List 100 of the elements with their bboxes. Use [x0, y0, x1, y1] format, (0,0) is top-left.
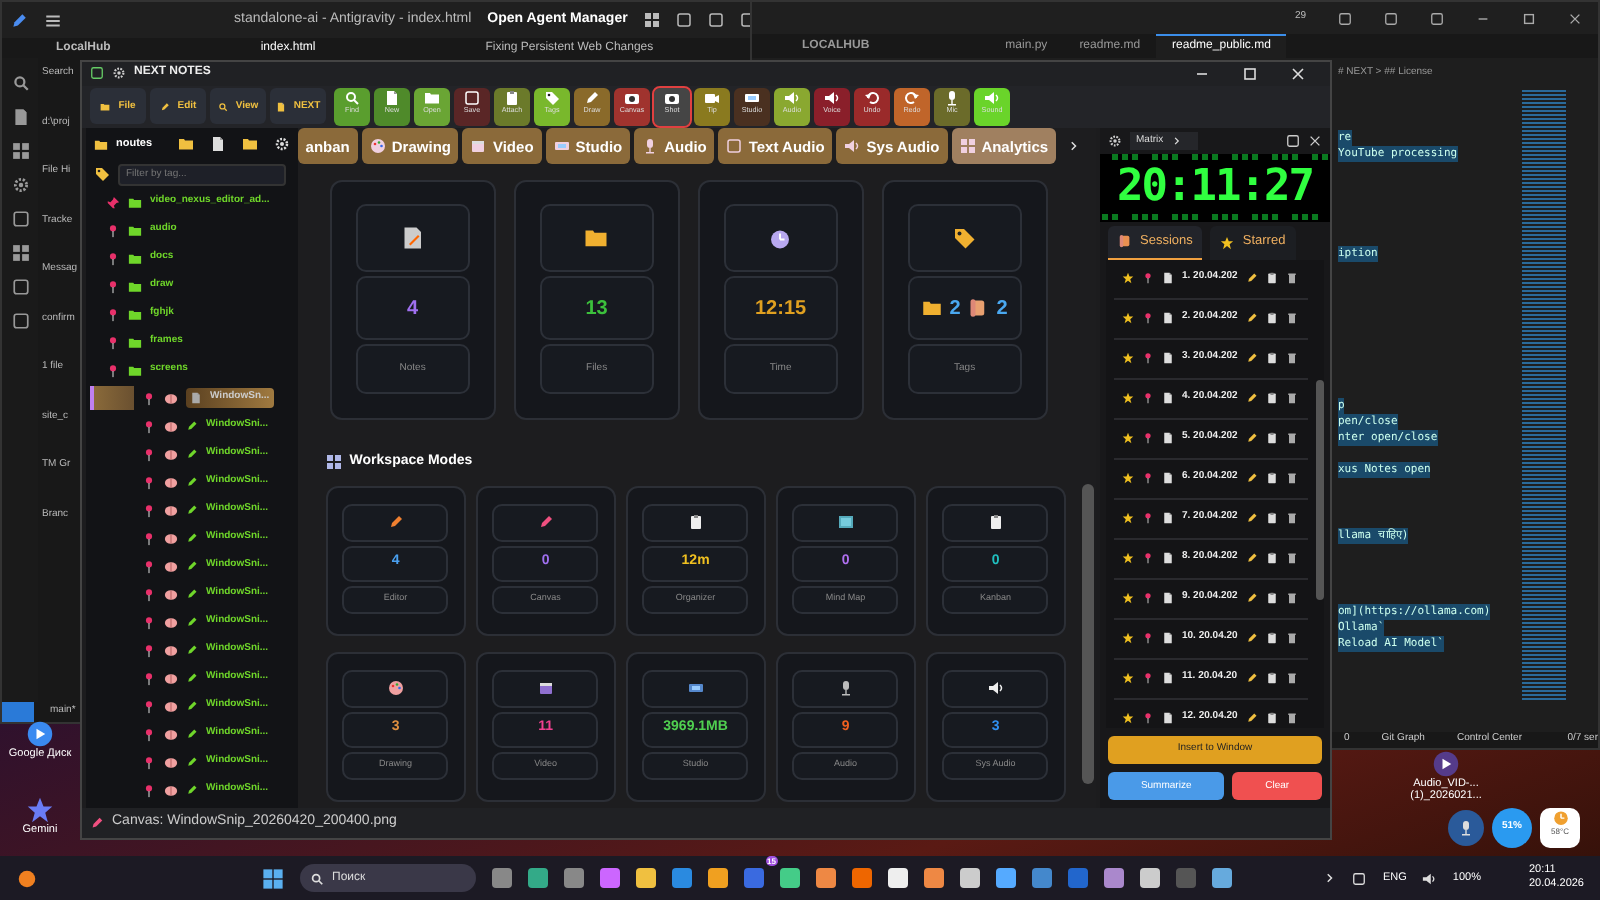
- pin-icon[interactable]: [106, 363, 120, 378]
- trash-icon[interactable]: [1285, 352, 1298, 365]
- pin-icon[interactable]: [1142, 552, 1154, 565]
- trash-icon[interactable]: [1285, 592, 1298, 605]
- pin-icon[interactable]: [142, 503, 156, 518]
- pencil-icon[interactable]: [1245, 552, 1258, 565]
- star-icon[interactable]: [1122, 472, 1134, 485]
- trash-icon[interactable]: [1285, 312, 1298, 325]
- trash-icon[interactable]: [1285, 272, 1298, 285]
- pin-icon[interactable]: [106, 279, 120, 294]
- pencil-icon[interactable]: [1245, 632, 1258, 645]
- star-icon[interactable]: [1122, 592, 1134, 605]
- pin-icon[interactable]: [1142, 712, 1154, 725]
- clipboard-icon[interactable]: [1265, 432, 1278, 445]
- pin-icon[interactable]: [142, 391, 156, 406]
- shortcut-icon[interactable]: [1432, 750, 1460, 778]
- box-icon[interactable]: [11, 278, 29, 296]
- layout-icon[interactable]: [1338, 11, 1352, 25]
- pin-icon[interactable]: [142, 783, 156, 798]
- pin-icon[interactable]: [106, 307, 120, 322]
- clipboard-icon[interactable]: [1265, 552, 1278, 565]
- pin-icon[interactable]: [142, 699, 156, 714]
- scrollbar[interactable]: [1316, 379, 1324, 600]
- layout-icon[interactable]: [643, 12, 660, 28]
- clipboard-icon[interactable]: [1265, 672, 1278, 685]
- star-icon[interactable]: [1122, 352, 1134, 365]
- pencil-icon[interactable]: [1245, 592, 1258, 605]
- pushpin-icon[interactable]: [106, 195, 120, 210]
- pencil-icon[interactable]: [1245, 352, 1258, 365]
- star-icon[interactable]: [1122, 432, 1134, 445]
- open-folder-icon[interactable]: [241, 136, 258, 153]
- trash-icon[interactable]: [1285, 512, 1298, 525]
- pencil-icon[interactable]: [1245, 392, 1258, 405]
- pin-icon[interactable]: [1142, 592, 1154, 605]
- pin-icon[interactable]: [1142, 672, 1154, 685]
- pencil-icon[interactable]: [1245, 672, 1258, 685]
- pencil-icon[interactable]: [1245, 512, 1258, 525]
- minimap[interactable]: [1522, 90, 1566, 700]
- tray-expand-icon[interactable]: [1324, 872, 1337, 884]
- weather-icon[interactable]: [16, 867, 38, 889]
- pin-icon[interactable]: [142, 587, 156, 602]
- pin-icon[interactable]: [142, 419, 156, 434]
- pin-icon[interactable]: [1142, 432, 1154, 445]
- box-icon[interactable]: [11, 312, 29, 330]
- pin-icon[interactable]: [1142, 312, 1154, 325]
- grid-icon[interactable]: [11, 142, 29, 160]
- pin-icon[interactable]: [142, 475, 156, 490]
- clipboard-icon[interactable]: [1265, 472, 1278, 485]
- clipboard-icon[interactable]: [1265, 272, 1278, 285]
- pin-icon[interactable]: [1142, 272, 1154, 285]
- star-icon[interactable]: [1122, 552, 1134, 565]
- box-icon[interactable]: [11, 210, 29, 228]
- pin-icon[interactable]: [106, 251, 120, 266]
- menu-icon[interactable]: [44, 11, 62, 29]
- tray-icon[interactable]: [1352, 871, 1367, 885]
- pin-icon[interactable]: [142, 727, 156, 742]
- sparkle-icon[interactable]: [26, 796, 54, 824]
- search-icon[interactable]: [11, 74, 29, 92]
- scroll-right-icon[interactable]: [1068, 140, 1081, 153]
- pencil-icon[interactable]: [1245, 432, 1258, 445]
- settings-icon[interactable]: [1108, 134, 1122, 149]
- star-icon[interactable]: [1122, 272, 1134, 285]
- maximize-icon[interactable]: [1522, 11, 1536, 25]
- grid-icon[interactable]: [11, 244, 29, 262]
- pencil-icon[interactable]: [1245, 312, 1258, 325]
- clipboard-icon[interactable]: [1265, 312, 1278, 325]
- pin-icon[interactable]: [142, 559, 156, 574]
- pin-icon[interactable]: [106, 335, 120, 350]
- star-icon[interactable]: [1122, 392, 1134, 405]
- pin-icon[interactable]: [1142, 472, 1154, 485]
- pin-icon[interactable]: [142, 447, 156, 462]
- star-icon[interactable]: [1122, 512, 1134, 525]
- clipboard-icon[interactable]: [1265, 712, 1278, 725]
- volume-icon[interactable]: [1422, 871, 1437, 885]
- pin-icon[interactable]: [106, 223, 120, 238]
- trash-icon[interactable]: [1285, 632, 1298, 645]
- pin-icon[interactable]: [142, 755, 156, 770]
- star-icon[interactable]: [1122, 632, 1134, 645]
- microphone-widget[interactable]: [1448, 810, 1484, 846]
- layout-icon[interactable]: [1430, 11, 1444, 25]
- shortcut-icon[interactable]: [26, 720, 54, 748]
- trash-icon[interactable]: [1285, 712, 1298, 725]
- clipboard-icon[interactable]: [1265, 512, 1278, 525]
- star-icon[interactable]: [1122, 672, 1134, 685]
- pencil-icon[interactable]: [1245, 472, 1258, 485]
- close-icon[interactable]: [1308, 134, 1322, 149]
- settings-icon[interactable]: [11, 176, 29, 194]
- star-icon[interactable]: [1122, 312, 1134, 325]
- scrollbar[interactable]: [1082, 484, 1094, 785]
- pin-icon[interactable]: [1142, 512, 1154, 525]
- pin-icon[interactable]: [142, 643, 156, 658]
- trash-icon[interactable]: [1285, 432, 1298, 445]
- trash-icon[interactable]: [1285, 672, 1298, 685]
- trash-icon[interactable]: [1285, 472, 1298, 485]
- layout-icon[interactable]: [1384, 11, 1398, 25]
- pin-icon[interactable]: [142, 531, 156, 546]
- clipboard-icon[interactable]: [1265, 352, 1278, 365]
- close-icon[interactable]: [1568, 11, 1582, 25]
- clipboard-icon[interactable]: [1265, 592, 1278, 605]
- trash-icon[interactable]: [1285, 392, 1298, 405]
